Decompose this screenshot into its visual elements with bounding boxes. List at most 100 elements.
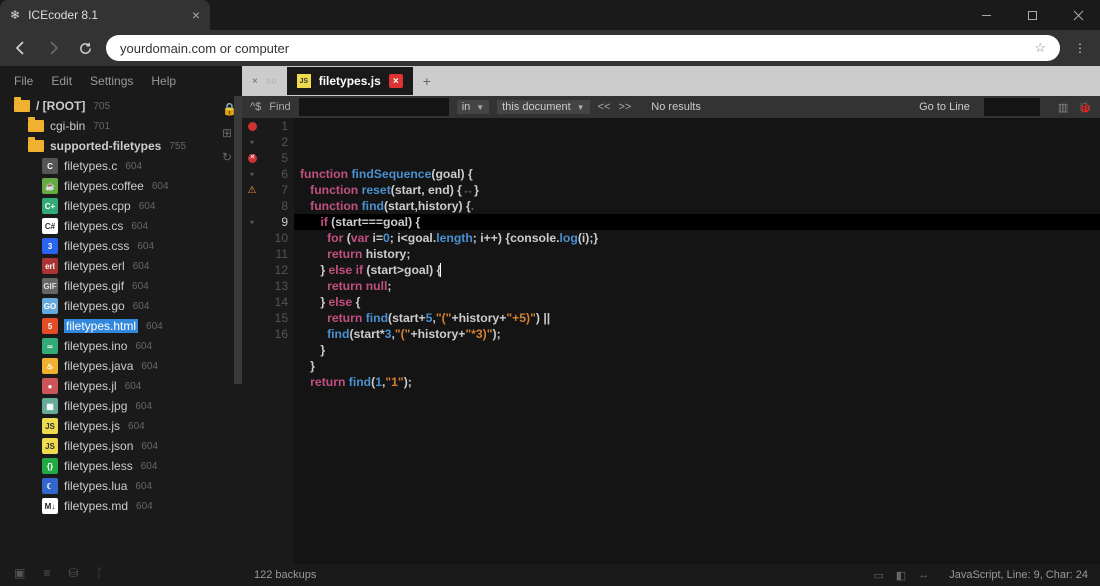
file-size: 604: [135, 481, 152, 492]
file-label: filetypes.cs: [64, 219, 123, 233]
tree-folder-supported[interactable]: supported-filetypes 755: [0, 136, 242, 156]
git-icon[interactable]: ᚴ: [96, 566, 103, 580]
tree-file[interactable]: ☾ filetypes.lua 604: [0, 476, 242, 496]
file-size: 604: [139, 201, 156, 212]
file-icon: GIF: [42, 278, 58, 294]
file-icon: GO: [42, 298, 58, 314]
tree-file[interactable]: GIF filetypes.gif 604: [0, 276, 242, 296]
editor-tab-active[interactable]: JS filetypes.js ×: [287, 67, 413, 95]
file-label: filetypes.jl: [64, 379, 117, 393]
tree-file[interactable]: M↓ filetypes.md 604: [0, 496, 242, 516]
menu-file[interactable]: File: [14, 74, 33, 88]
tree-file[interactable]: ∞ filetypes.ino 604: [0, 336, 242, 356]
tree-file[interactable]: 5 filetypes.html 604: [0, 316, 242, 336]
tab-close-icon[interactable]: ×: [389, 74, 403, 88]
menu-edit[interactable]: Edit: [51, 74, 72, 88]
sidebar: File Edit Settings Help 🔒 ⊞ ↻ / [ROOT] 7…: [0, 66, 242, 586]
url-text: yourdomain.com or computer: [120, 41, 289, 56]
close-icon[interactable]: ×: [192, 7, 200, 23]
backups-status: 122 backups: [254, 569, 316, 581]
browser-menu-icon[interactable]: ⋮: [1070, 41, 1090, 55]
regex-toggle[interactable]: ^$: [250, 101, 261, 113]
status-icon-2[interactable]: ◧: [896, 569, 906, 582]
file-label: filetypes.coffee: [64, 179, 144, 193]
snowflake-icon: ❄: [10, 8, 20, 22]
tree-size: 705: [93, 101, 110, 112]
tree-root[interactable]: / [ROOT] 705: [0, 96, 242, 116]
reload-button[interactable]: [74, 37, 96, 59]
code-content[interactable]: function findSequence(goal) { function r…: [294, 118, 1100, 564]
tree-file[interactable]: JS filetypes.json 604: [0, 436, 242, 456]
tab-dots-icon[interactable]: ○○: [266, 76, 277, 86]
tree-file[interactable]: C# filetypes.cs 604: [0, 216, 242, 236]
find-results: No results: [651, 101, 701, 113]
gutter[interactable]: ▾✕▾⚠▾: [242, 118, 262, 564]
sidebar-scrollbar[interactable]: [234, 96, 242, 560]
tab-close-small-icon[interactable]: ×: [252, 76, 258, 87]
status-bar: 122 backups ▭ ◧ ↔ JavaScript, Line: 9, C…: [242, 564, 1100, 586]
find-input[interactable]: [299, 98, 449, 116]
file-size: 604: [133, 301, 150, 312]
file-label: filetypes.jpg: [64, 399, 127, 413]
tree-folder-cgi[interactable]: cgi-bin 701: [0, 116, 242, 136]
tree-file[interactable]: ☕ filetypes.coffee 604: [0, 176, 242, 196]
file-size: 604: [146, 321, 163, 332]
find-scope-in[interactable]: in▼: [457, 100, 489, 114]
window-close-button[interactable]: [1056, 0, 1100, 30]
find-scope-doc[interactable]: this document▼: [497, 100, 589, 114]
tree-file[interactable]: GO filetypes.go 604: [0, 296, 242, 316]
tree-label: supported-filetypes: [50, 139, 161, 153]
browser-tab[interactable]: ❄ ICEcoder 8.1 ×: [0, 0, 210, 30]
menu-settings[interactable]: Settings: [90, 74, 133, 88]
terminal-icon[interactable]: ▣: [14, 566, 25, 580]
file-label: filetypes.java: [64, 359, 133, 373]
file-icon: JS: [42, 438, 58, 454]
forward-button[interactable]: [42, 37, 64, 59]
tree-file[interactable]: C filetypes.c 604: [0, 156, 242, 176]
file-icon: erl: [42, 258, 58, 274]
layout-icon[interactable]: ▥: [1058, 101, 1068, 114]
app-menu: File Edit Settings Help: [0, 66, 242, 96]
tree-file[interactable]: C+ filetypes.cpp 604: [0, 196, 242, 216]
back-button[interactable]: [10, 37, 32, 59]
minimize-button[interactable]: [964, 0, 1008, 30]
menu-help[interactable]: Help: [151, 74, 176, 88]
file-label: filetypes.html: [64, 319, 138, 333]
file-icon: JS: [42, 418, 58, 434]
find-prev-button[interactable]: <<: [598, 101, 611, 113]
file-icon: 5: [42, 318, 58, 334]
tree-file[interactable]: {} filetypes.less 604: [0, 456, 242, 476]
tree-file[interactable]: ♨ filetypes.java 604: [0, 356, 242, 376]
tree-size: 755: [169, 141, 186, 152]
file-label: filetypes.erl: [64, 259, 125, 273]
url-input[interactable]: yourdomain.com or computer ☆: [106, 35, 1060, 61]
file-size: 604: [133, 261, 150, 272]
file-label: filetypes.cpp: [64, 199, 131, 213]
new-tab-button[interactable]: +: [413, 73, 441, 89]
tree-file[interactable]: 3 filetypes.css 604: [0, 236, 242, 256]
file-label: filetypes.less: [64, 459, 133, 473]
file-icon: ●: [42, 378, 58, 394]
database-icon[interactable]: ⛁: [68, 566, 78, 580]
tree-file[interactable]: erl filetypes.erl 604: [0, 256, 242, 276]
bookmark-star-icon[interactable]: ☆: [1034, 40, 1046, 56]
status-icon-3[interactable]: ↔: [918, 569, 929, 581]
sidebar-tools: ▣ ≡ ⛁ ᚴ: [0, 560, 242, 586]
maximize-button[interactable]: [1010, 0, 1054, 30]
find-next-button[interactable]: >>: [618, 101, 631, 113]
file-icon: ☾: [42, 478, 58, 494]
code-editor[interactable]: ▾✕▾⚠▾ 125678910111213141516 function fin…: [242, 118, 1100, 564]
bug-icon[interactable]: 🐞: [1078, 101, 1092, 114]
file-tree: / [ROOT] 705 cgi-bin 701 supported-filet…: [0, 96, 242, 586]
folder-icon: [28, 120, 44, 132]
tree-file[interactable]: JS filetypes.js 604: [0, 416, 242, 436]
tree-label: / [ROOT]: [36, 99, 85, 113]
status-icon-1[interactable]: ▭: [873, 569, 883, 582]
file-icon: C: [42, 158, 58, 174]
file-icon: ♨: [42, 358, 58, 374]
layers-icon[interactable]: ≡: [43, 566, 50, 580]
tree-file[interactable]: ● filetypes.jl 604: [0, 376, 242, 396]
file-size: 604: [136, 501, 153, 512]
goto-line-input[interactable]: [984, 98, 1040, 116]
tree-file[interactable]: ▦ filetypes.jpg 604: [0, 396, 242, 416]
